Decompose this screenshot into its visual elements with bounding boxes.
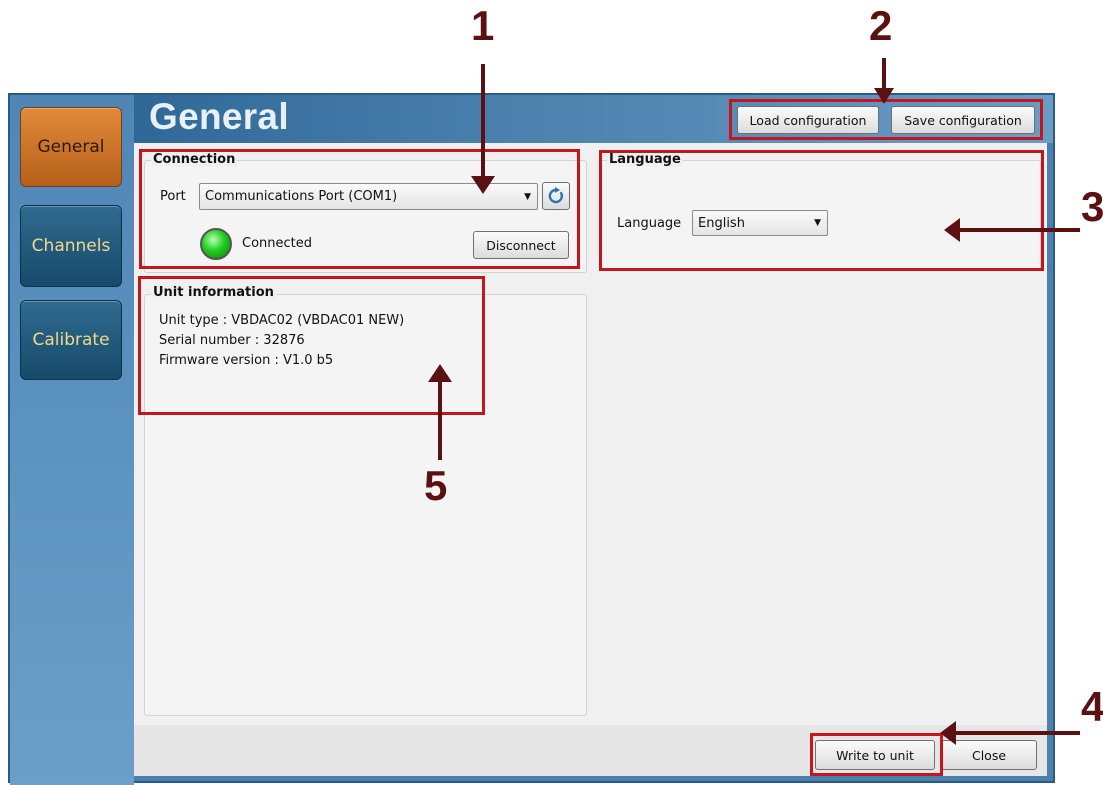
annotation-arrowhead-3 <box>944 218 960 242</box>
annotation-arrows <box>428 58 1080 745</box>
annotation-arrowhead-2 <box>874 88 894 104</box>
annotation-arrowhead-4 <box>940 721 956 745</box>
annotation-arrowhead-5 <box>428 364 452 382</box>
annotation-arrowhead-1 <box>471 176 495 194</box>
